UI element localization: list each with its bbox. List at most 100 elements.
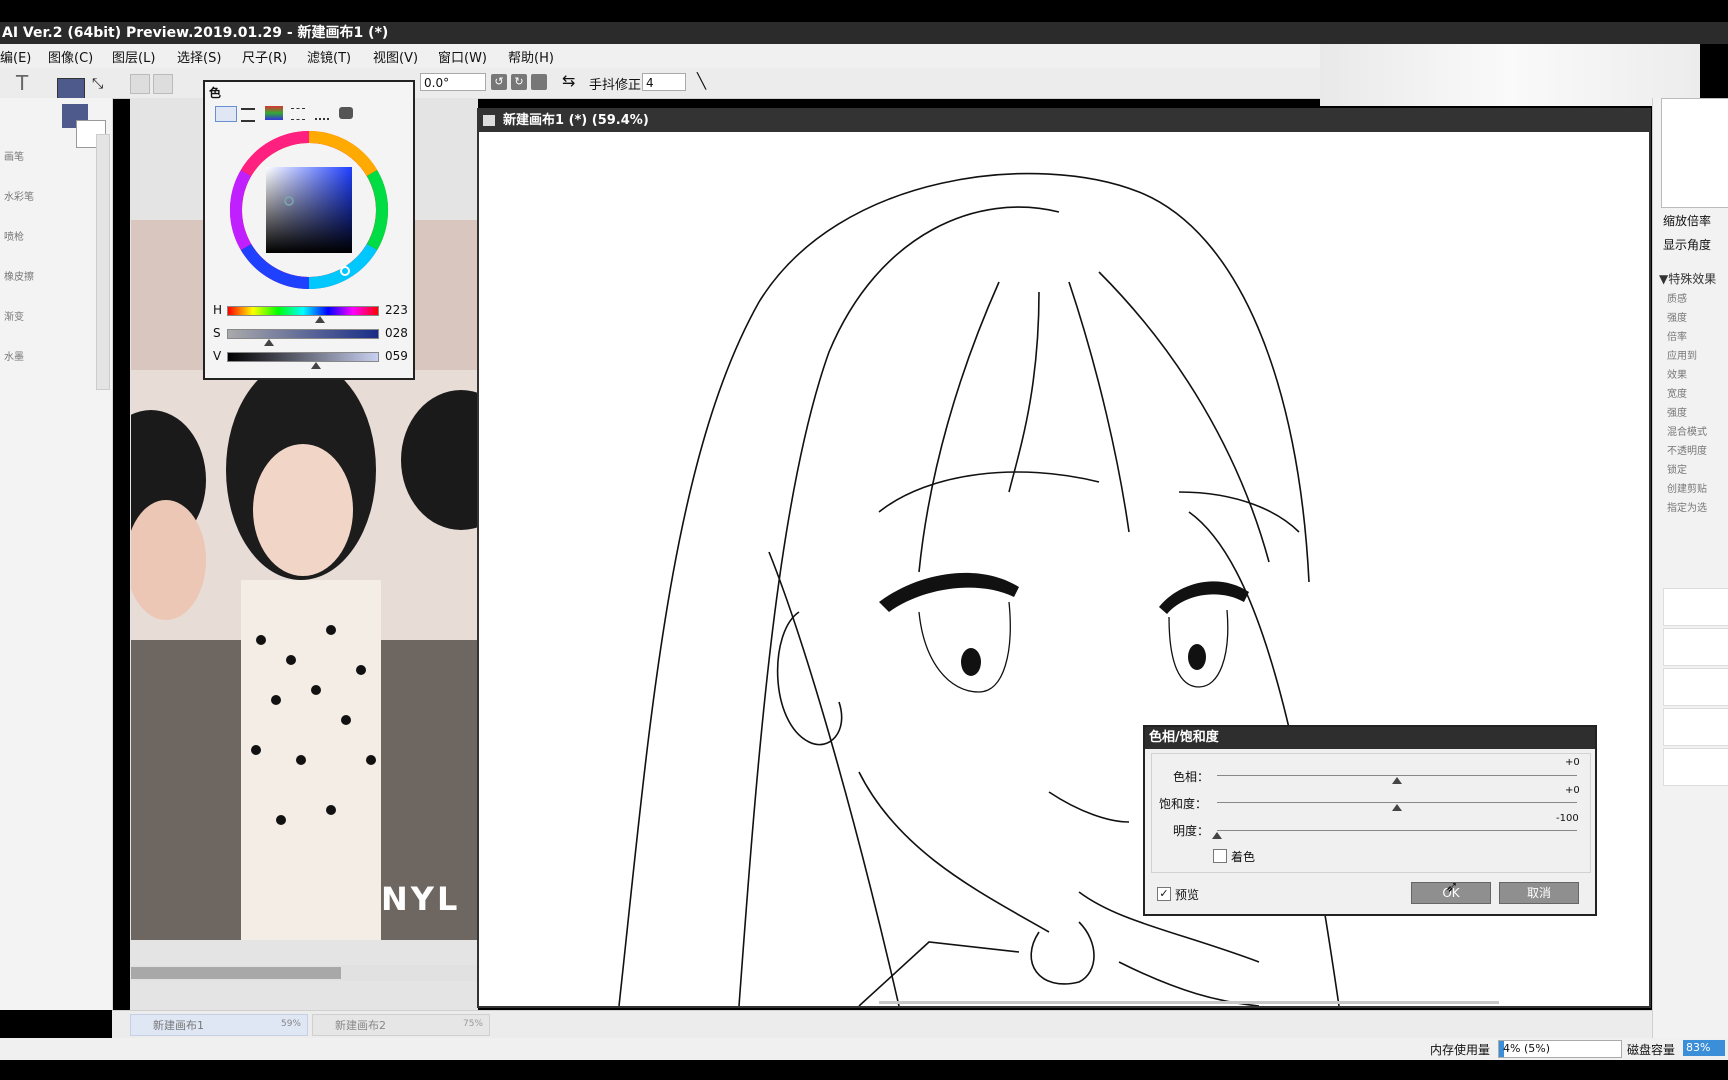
hue-ring[interactable] [227, 128, 391, 292]
tab-canvas-1-name: 新建画布1 [153, 1019, 204, 1032]
memory-value: 4% (5%) [1503, 1042, 1550, 1055]
h-label: H [213, 303, 223, 317]
blend-mode-label: 混合模式 [1667, 427, 1707, 438]
saturation-label: 饱和度： [1159, 797, 1208, 811]
s-slider[interactable] [227, 329, 379, 339]
hue-slider-thumb[interactable] [1392, 777, 1402, 784]
menu-help[interactable]: 帮助(H) [508, 47, 554, 66]
s-value: 028 [385, 326, 408, 340]
cancel-button[interactable]: 取消 [1499, 882, 1579, 904]
selection-source-checkbox[interactable]: 指定为选 [1667, 499, 1707, 518]
layer-row[interactable] [1663, 668, 1728, 706]
stabilizer-select[interactable]: 4 [642, 73, 686, 91]
memory-meter: 4% (5%) [1498, 1040, 1622, 1058]
swap-colors-icon[interactable]: ⤡ [92, 76, 103, 92]
s-label: S [213, 326, 221, 340]
s-slider-thumb[interactable] [264, 339, 274, 346]
effect-strength: 强度 [1667, 313, 1687, 324]
colorize-checkbox[interactable] [1213, 849, 1227, 863]
text-tool-icon[interactable]: T [16, 71, 28, 95]
menu-image[interactable]: 图像(C) [48, 47, 93, 66]
tool-eraser[interactable]: 橡皮擦 [4, 258, 104, 298]
tab-canvas-1[interactable]: 新建画布1 59% [130, 1014, 308, 1036]
scratchpad-mode-icon[interactable] [339, 107, 353, 119]
canvas-title-bar: 新建画布1 (*) (59.4%) [479, 110, 1649, 132]
opacity-label: 不透明度 [1667, 446, 1707, 457]
rotate-right-icon[interactable]: ↻ [511, 74, 527, 90]
angle-label: 显示角度 [1663, 238, 1712, 252]
canvas-hscrollbar[interactable] [879, 1001, 1499, 1004]
hue-value: +0 [1565, 757, 1580, 768]
saturation-slider[interactable] [1217, 802, 1577, 803]
reference-scrollbar[interactable] [131, 965, 477, 981]
v-slider[interactable] [227, 352, 379, 362]
tool-gradient[interactable]: 渐变 [4, 298, 104, 338]
tool-brush[interactable]: 画笔 [4, 138, 104, 178]
menu-layer[interactable]: 图层(L) [112, 47, 155, 66]
preview-checkbox[interactable]: ✓ [1157, 887, 1171, 901]
menu-bar: 编(E) 图像(C) 图层(L) 选择(S) 尺子(R) 滤镜(T) 视图(V)… [0, 44, 1320, 69]
layer-row[interactable] [1663, 748, 1728, 786]
tab-canvas-2-name: 新建画布2 [335, 1019, 386, 1032]
disk-value: 83% [1686, 1041, 1711, 1054]
canvas-tab-bar: 新建画布1 59% 新建画布2 75% [112, 1010, 1652, 1039]
hue-slider[interactable] [1217, 775, 1577, 776]
saturation-slider-thumb[interactable] [1392, 804, 1402, 811]
stabilizer-value: 4 [646, 76, 654, 90]
effect-effect: 效果 [1667, 370, 1687, 381]
canvas-icon [483, 115, 495, 126]
menu-edit[interactable]: 编(E) [0, 47, 31, 66]
layer-row[interactable] [1663, 588, 1728, 626]
effect-strength-2: 强度 [1667, 408, 1687, 419]
lightness-value: -100 [1556, 813, 1579, 824]
h-slider-thumb[interactable] [314, 316, 325, 323]
title-bar: AI Ver.2 (64bit) Preview.2019.01.29 - 新建… [0, 22, 1728, 44]
menu-filter[interactable]: 滤镜(T) [307, 47, 351, 66]
memory-label: 内存使用量 [1430, 1043, 1491, 1057]
layer-row[interactable] [1663, 708, 1728, 746]
colorize-label: 着色 [1231, 850, 1256, 864]
clipping-checkbox[interactable]: 创建剪贴 [1667, 480, 1707, 499]
navigator-preview[interactable] [1661, 98, 1728, 208]
color-panel: 色 H 223 S 028 V 059 [203, 80, 415, 380]
tab-canvas-1-zoom: 59% [280, 1019, 301, 1029]
canvas-title: 新建画布1 (*) (59.4%) [503, 113, 649, 128]
h-slider[interactable] [227, 306, 379, 316]
angle-input[interactable]: 0.0° [420, 73, 486, 91]
mouse-cursor-icon: ➶ [1445, 877, 1459, 896]
tool-option-box[interactable] [153, 74, 173, 94]
tool-watercolor[interactable]: 水彩笔 [4, 178, 104, 218]
line-tool-icon[interactable]: ╲ [697, 72, 706, 90]
effects-label[interactable]: ▼特殊效果 [1659, 270, 1716, 287]
menu-view[interactable]: 视图(V) [373, 47, 418, 66]
blurred-region [1320, 44, 1700, 106]
hsv-slider-mode-icon[interactable] [265, 106, 283, 120]
color-panel-title: 色 [209, 86, 222, 100]
menu-select[interactable]: 选择(S) [177, 47, 221, 66]
effect-apply[interactable]: 应用到 [1667, 347, 1707, 366]
scrollbar-thumb[interactable] [131, 967, 341, 979]
reset-rotation-icon[interactable] [531, 74, 547, 90]
tool-ink[interactable]: 水墨 [4, 338, 104, 378]
palette-mode-icon[interactable] [315, 108, 329, 120]
lightness-slider[interactable] [1217, 830, 1577, 831]
v-slider-thumb[interactable] [310, 362, 321, 369]
tool-airbrush[interactable]: 喷枪 [4, 218, 104, 258]
saturation-value: +0 [1565, 785, 1580, 796]
color-wheel-mode-icon[interactable] [215, 106, 237, 122]
tool-scrollbar[interactable] [96, 134, 110, 390]
h-value: 223 [385, 303, 408, 317]
swatch-mode-icon[interactable] [291, 108, 305, 120]
tab-canvas-2[interactable]: 新建画布2 75% [312, 1014, 490, 1036]
menu-ruler[interactable]: 尺子(R) [242, 47, 287, 66]
rgb-slider-mode-icon[interactable] [241, 108, 255, 122]
v-label: V [213, 349, 222, 363]
stabilizer-label: 手抖修正 [589, 78, 642, 93]
lightness-slider-thumb[interactable] [1212, 832, 1222, 839]
rotate-left-icon[interactable]: ↺ [491, 74, 507, 90]
menu-window[interactable]: 窗口(W) [438, 47, 487, 66]
tool-option-box[interactable] [130, 74, 150, 94]
layer-row[interactable] [1663, 628, 1728, 666]
flip-horizontal-icon[interactable]: ⇆ [562, 71, 575, 90]
tool-panel: 画笔 水彩笔 喷枪 橡皮擦 渐变 水墨 [0, 98, 113, 1010]
